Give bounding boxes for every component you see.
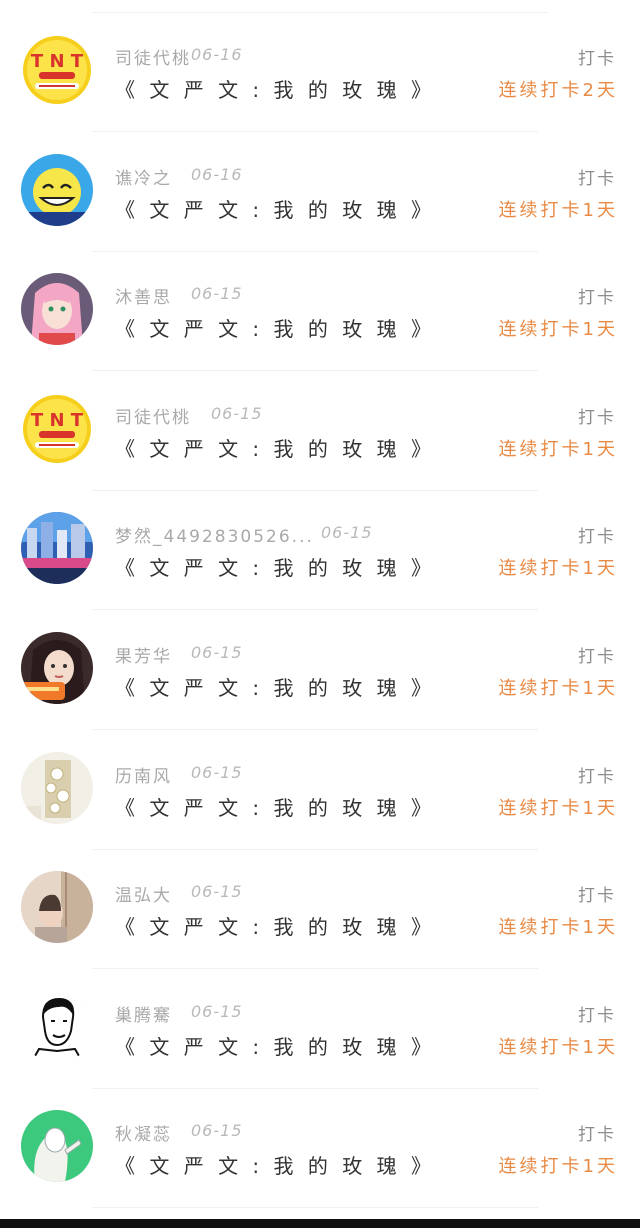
content-title[interactable]: 《 文 严 文 : 我 的 玫 瑰 》	[115, 1031, 435, 1060]
checkin-record-row[interactable]: 梦然_4492830526... 06-15 《 文 严 文 : 我 的 玫 瑰 》…	[0, 490, 640, 611]
user-name[interactable]: 果芳华	[115, 642, 172, 667]
checkin-date: 06-15	[191, 882, 243, 902]
anime-pink-hair-avatar[interactable]	[21, 273, 93, 346]
user-name[interactable]: 历南风	[115, 762, 172, 787]
user-name[interactable]: 司徒代桃	[115, 44, 191, 69]
checkin-label: 打卡	[578, 1125, 616, 1146]
content-title[interactable]: 《 文 严 文 : 我 的 玫 瑰 》	[115, 194, 435, 223]
checkin-label: 打卡	[578, 527, 616, 548]
streak-badge: 连续打卡1天	[498, 678, 618, 699]
user-name[interactable]: 沐善思	[115, 283, 172, 308]
checkin-date: 06-16	[191, 45, 243, 64]
crystal-decor-avatar[interactable]	[21, 751, 93, 824]
green-illustration-avatar[interactable]	[21, 1110, 93, 1183]
row-divider	[92, 1207, 538, 1209]
checkin-record-row[interactable]: T N T 司徒代桃 06-16 《 文 严 文 : 我 的 玫 瑰 》 打卡连续打卡2…	[0, 12, 640, 132]
girl-portrait-avatar[interactable]	[21, 632, 93, 704]
streak-badge: 连续打卡1天	[498, 917, 618, 939]
checkin-label: 打卡	[578, 647, 616, 667]
user-name[interactable]: 温弘大	[115, 881, 172, 906]
checkin-record-row[interactable]: 温弘大 06-15 《 文 严 文 : 我 的 玫 瑰 》 打卡连续打卡1天	[0, 849, 640, 970]
tnt-logo-avatar[interactable]: T N T	[21, 34, 93, 106]
door-photo-avatar[interactable]	[21, 871, 93, 944]
streak-badge: 连续打卡1天	[498, 438, 618, 460]
checkin-label: 打卡	[578, 49, 616, 69]
checkin-date: 06-15	[191, 284, 243, 304]
bottom-system-bar	[0, 1219, 640, 1228]
checkin-date: 06-15	[211, 403, 263, 423]
streak-badge: 连续打卡1天	[498, 1156, 618, 1178]
checkin-record-row[interactable]: 果芳华 06-15 《 文 严 文 : 我 的 玫 瑰 》 打卡连续打卡1天	[0, 610, 640, 730]
checkin-label: 打卡	[578, 886, 616, 907]
man-sketch-avatar[interactable]	[21, 990, 93, 1063]
checkin-record-row[interactable]: 沐善思 06-15 《 文 严 文 : 我 的 玫 瑰 》 打卡连续打卡1天	[0, 251, 640, 372]
tnt-logo-avatar[interactable]: T N T	[21, 392, 93, 465]
content-title[interactable]: 《 文 严 文 : 我 的 玫 瑰 》	[115, 792, 435, 821]
checkin-record-row[interactable]: 巢腾騫 06-15 《 文 严 文 : 我 的 玫 瑰 》 打卡连续打卡1天	[0, 969, 640, 1089]
user-name[interactable]: 巢腾騫	[115, 1001, 172, 1026]
checkin-date: 06-15	[191, 1001, 243, 1021]
yellow-smiley-avatar[interactable]	[21, 153, 93, 226]
streak-badge: 连续打卡1天	[498, 1036, 618, 1058]
checkin-label: 打卡	[578, 407, 616, 428]
content-title[interactable]: 《 文 严 文 : 我 的 玫 瑰 》	[115, 74, 435, 103]
content-title[interactable]: 《 文 严 文 : 我 的 玫 瑰 》	[115, 313, 435, 342]
checkin-label: 打卡	[578, 168, 616, 189]
streak-badge: 连续打卡2天	[498, 80, 618, 101]
user-name[interactable]: 谯冷之	[115, 164, 172, 189]
streak-badge: 连续打卡1天	[498, 319, 618, 341]
svg-text:T N T: T N T	[31, 51, 84, 72]
user-name[interactable]: 梦然_4492830526...	[115, 522, 314, 547]
streak-badge: 连续打卡1天	[498, 199, 618, 221]
streak-badge: 连续打卡1天	[498, 558, 618, 580]
checkin-record-row[interactable]: T N T 司徒代桃 06-15 《 文 严 文 : 我 的 玫 瑰 》 打卡连续打卡1…	[0, 371, 640, 491]
streak-badge: 连续打卡1天	[498, 797, 618, 819]
checkin-date: 06-16	[191, 164, 243, 184]
content-title[interactable]: 《 文 严 文 : 我 的 玫 瑰 》	[115, 552, 435, 581]
checkin-date: 06-15	[191, 643, 243, 662]
user-name[interactable]: 司徒代桃	[115, 403, 191, 428]
checkin-date: 06-15	[321, 523, 373, 543]
checkin-label: 打卡	[578, 766, 616, 787]
svg-text:T N T: T N T	[31, 410, 84, 431]
content-title[interactable]: 《 文 严 文 : 我 的 玫 瑰 》	[115, 1150, 435, 1179]
checkin-date: 06-15	[191, 762, 243, 782]
content-title[interactable]: 《 文 严 文 : 我 的 玫 瑰 》	[115, 911, 435, 940]
content-title[interactable]: 《 文 严 文 : 我 的 玫 瑰 》	[115, 672, 435, 701]
checkin-record-row[interactable]: 秋凝蕊 06-15 《 文 严 文 : 我 的 玫 瑰 》 打卡连续打卡1天	[0, 1088, 640, 1209]
checkin-date: 06-15	[191, 1121, 243, 1141]
checkin-record-row[interactable]: 谯冷之 06-16 《 文 严 文 : 我 的 玫 瑰 》 打卡连续打卡1天	[0, 132, 640, 252]
checkin-label: 打卡	[578, 288, 616, 309]
user-name[interactable]: 秋凝蕊	[115, 1120, 172, 1145]
content-title[interactable]: 《 文 严 文 : 我 的 玫 瑰 》	[115, 433, 435, 462]
checkin-record-row[interactable]: 历南风 06-15 《 文 严 文 : 我 的 玫 瑰 》 打卡连续打卡1天	[0, 730, 640, 850]
checkin-label: 打卡	[578, 1005, 616, 1026]
city-skyline-avatar[interactable]	[21, 512, 93, 585]
